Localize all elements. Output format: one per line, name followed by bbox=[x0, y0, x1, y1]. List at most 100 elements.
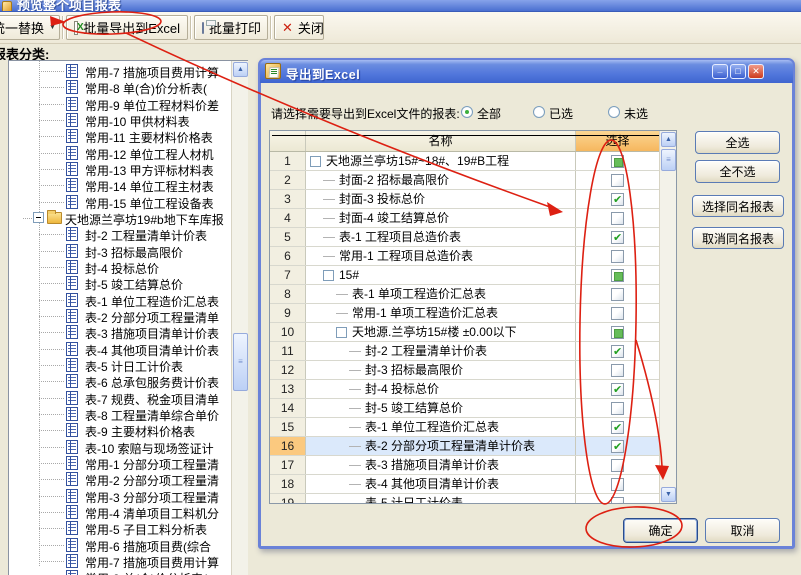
scroll-up-icon[interactable]: ▲ bbox=[233, 62, 248, 77]
checkbox-on[interactable] bbox=[611, 438, 624, 456]
close-button[interactable]: ✕ 关闭 bbox=[274, 15, 324, 40]
collapse-icon[interactable] bbox=[336, 326, 347, 338]
radio-label[interactable]: 未选 bbox=[624, 105, 648, 122]
select-same-name-button[interactable]: 选择同名报表 bbox=[692, 195, 784, 217]
checkbox-partial[interactable] bbox=[611, 325, 624, 339]
grid-row[interactable]: 9 常用-1 单项工程造价汇总表 bbox=[270, 304, 676, 323]
tree-item-doc[interactable]: 表-7 规费、税金项目清单 bbox=[9, 390, 232, 407]
tree-item-doc[interactable]: 封-4 投标总价 bbox=[9, 259, 232, 276]
cancel-button[interactable]: 取消 bbox=[705, 518, 780, 543]
radio-label[interactable]: 全部 bbox=[477, 105, 501, 122]
radio-option[interactable] bbox=[608, 106, 620, 118]
grid-row[interactable]: 4 封面-4 竣工结算总价 bbox=[270, 209, 676, 228]
maximize-icon[interactable]: □ bbox=[730, 64, 746, 79]
tree-item-doc[interactable]: 常用-6 措施项目费(综合 bbox=[9, 537, 232, 554]
ok-button[interactable]: 确定 bbox=[623, 518, 698, 543]
checkbox-off[interactable] bbox=[611, 249, 624, 263]
radio-selected[interactable] bbox=[461, 106, 473, 118]
checkbox-off[interactable] bbox=[611, 173, 624, 187]
minimize-icon[interactable]: _ bbox=[712, 64, 728, 79]
grid-row[interactable]: 10 天地源.兰亭坊15#楼 ±0.00以下 bbox=[270, 323, 676, 342]
tree-item-doc[interactable]: 表-4 其他项目清单计价表 bbox=[9, 341, 232, 358]
tree-item-doc[interactable]: 表-2 分部分项工程量清单 bbox=[9, 308, 232, 325]
tree-item-doc[interactable]: 常用-12 单位工程人材机 bbox=[9, 145, 232, 162]
tree-item-doc[interactable]: 常用-3 分部分项工程量清 bbox=[9, 488, 232, 505]
grid-scrollbar-thumb[interactable] bbox=[661, 149, 676, 171]
scroll-down-icon[interactable]: ▼ bbox=[661, 487, 676, 502]
tree-item-doc[interactable]: 常用-4 清单项目工料机分 bbox=[9, 504, 232, 521]
collapse-icon[interactable] bbox=[33, 211, 44, 223]
tree-item-doc[interactable]: 常用-10 甲供材料表 bbox=[9, 112, 232, 129]
unified-replace-button[interactable]: 统一替换 ▼ bbox=[0, 15, 60, 40]
tree-item-doc[interactable]: 表-9 主要材料价格表 bbox=[9, 422, 232, 439]
checkbox-on[interactable] bbox=[611, 191, 624, 209]
grid-row[interactable]: 11 封-2 工程量清单计价表 bbox=[270, 342, 676, 361]
cancel-same-name-button[interactable]: 取消同名报表 bbox=[692, 227, 784, 249]
tree-item-doc[interactable]: 常用-9 单位工程材料价差 bbox=[9, 96, 232, 113]
grid-row[interactable]: 7 15# bbox=[270, 266, 676, 285]
grid-row[interactable]: 1 天地源兰亭坊15#~18#、19#B工程 bbox=[270, 152, 676, 171]
tree-item-doc[interactable]: 常用-8 单(合)价分析表( bbox=[9, 79, 232, 96]
tree-item-doc[interactable]: 封-3 招标最高限价 bbox=[9, 243, 232, 260]
grid-row[interactable]: 12 封-3 招标最高限价 bbox=[270, 361, 676, 380]
dialog-titlebar[interactable]: 导出到Excel _ □ ✕ bbox=[260, 60, 793, 83]
select-all-button[interactable]: 全选 bbox=[695, 131, 780, 154]
tree-item-folder[interactable]: 天地源兰亭坊19#b地下车库报 bbox=[9, 209, 232, 227]
grid-row[interactable]: 18 表-4 其他项目清单计价表 bbox=[270, 475, 676, 494]
grid-row[interactable]: 16 表-2 分部分项工程量清单计价表 bbox=[270, 437, 676, 456]
tree-item-doc[interactable]: 常用-7 措施项目费用计算 bbox=[9, 63, 232, 80]
grid-row[interactable]: 6 常用-1 工程项目总造价表 bbox=[270, 247, 676, 266]
checkbox-off[interactable] bbox=[611, 363, 624, 377]
tree-scrollbar[interactable]: ▲ bbox=[231, 61, 248, 575]
tree-item-doc[interactable]: 封-2 工程量清单计价表 bbox=[9, 226, 232, 243]
tree-item-doc[interactable]: 常用-2 分部分项工程量清 bbox=[9, 471, 232, 488]
collapse-icon[interactable] bbox=[323, 269, 334, 281]
tree-item-doc[interactable]: 表-3 措施项目清单计价表 bbox=[9, 324, 232, 341]
tree-item-doc[interactable]: 表-5 计日工计价表 bbox=[9, 357, 232, 374]
radio-label[interactable]: 已选 bbox=[549, 105, 573, 122]
tree-item-doc[interactable]: 表-6 总承包服务费计价表 bbox=[9, 373, 232, 390]
grid-row[interactable]: 8 表-1 单项工程造价汇总表 bbox=[270, 285, 676, 304]
checkbox-partial[interactable] bbox=[611, 268, 624, 282]
tree-item-doc[interactable]: 常用-5 子目工料分析表 bbox=[9, 520, 232, 537]
grid-row[interactable]: 14 封-5 竣工结算总价 bbox=[270, 399, 676, 418]
checkbox-off[interactable] bbox=[611, 306, 624, 320]
grid-row[interactable]: 15 表-1 单位工程造价汇总表 bbox=[270, 418, 676, 437]
grid-row[interactable]: 2 封面-2 招标最高限价 bbox=[270, 171, 676, 190]
grid-row[interactable]: 19 表-5 计日工计价表 bbox=[270, 494, 676, 503]
batch-print-button[interactable]: 批量打印 bbox=[194, 15, 268, 40]
tree-item-doc[interactable]: 常用-8 单(合)价分析表( bbox=[9, 569, 232, 575]
tree-item-doc[interactable]: 常用-7 措施项目费用计算 bbox=[9, 553, 232, 570]
grid-row[interactable]: 3 封面-3 投标总价 bbox=[270, 190, 676, 209]
grid-row[interactable]: 17 表-3 措施项目清单计价表 bbox=[270, 456, 676, 475]
checkbox-on[interactable] bbox=[611, 419, 624, 437]
checkbox-partial[interactable] bbox=[611, 154, 624, 168]
radio-option[interactable] bbox=[533, 106, 545, 118]
checkbox-on[interactable] bbox=[611, 229, 624, 247]
tree-item-doc[interactable]: 表-1 单位工程造价汇总表 bbox=[9, 292, 232, 309]
tree-item-doc[interactable]: 表-10 索赔与现场签证计 bbox=[9, 439, 232, 456]
batch-export-excel-button[interactable]: 批量导出到Excel bbox=[66, 15, 188, 40]
checkbox-off[interactable] bbox=[611, 477, 624, 491]
scroll-up-icon[interactable]: ▲ bbox=[661, 132, 676, 147]
grid-row[interactable]: 13 封-4 投标总价 bbox=[270, 380, 676, 399]
grid-row[interactable]: 5 表-1 工程项目总造价表 bbox=[270, 228, 676, 247]
tree-item-doc[interactable]: 常用-14 单位工程主材表 bbox=[9, 177, 232, 194]
tree-item-doc[interactable]: 常用-13 甲方评标材料表 bbox=[9, 161, 232, 178]
tree-item-doc[interactable]: 封-5 竣工结算总价 bbox=[9, 275, 232, 292]
collapse-icon[interactable] bbox=[310, 155, 321, 167]
tree-item-doc[interactable]: 表-8 工程量清单综合单价 bbox=[9, 406, 232, 423]
checkbox-off[interactable] bbox=[611, 496, 624, 503]
tree-item-doc[interactable]: 常用-1 分部分项工程量清 bbox=[9, 455, 232, 472]
grid-scrollbar[interactable]: ▲ ▼ bbox=[659, 131, 676, 503]
tree-scrollbar-thumb[interactable] bbox=[233, 333, 248, 391]
checkbox-off[interactable] bbox=[611, 287, 624, 301]
tree-item-doc[interactable]: 常用-11 主要材料价格表 bbox=[9, 128, 232, 145]
checkbox-on[interactable] bbox=[611, 343, 624, 361]
close-icon[interactable]: ✕ bbox=[748, 64, 764, 79]
checkbox-off[interactable] bbox=[611, 211, 624, 225]
checkbox-on[interactable] bbox=[611, 381, 624, 399]
checkbox-off[interactable] bbox=[611, 401, 624, 415]
select-none-button[interactable]: 全不选 bbox=[695, 160, 780, 183]
checkbox-off[interactable] bbox=[611, 458, 624, 472]
